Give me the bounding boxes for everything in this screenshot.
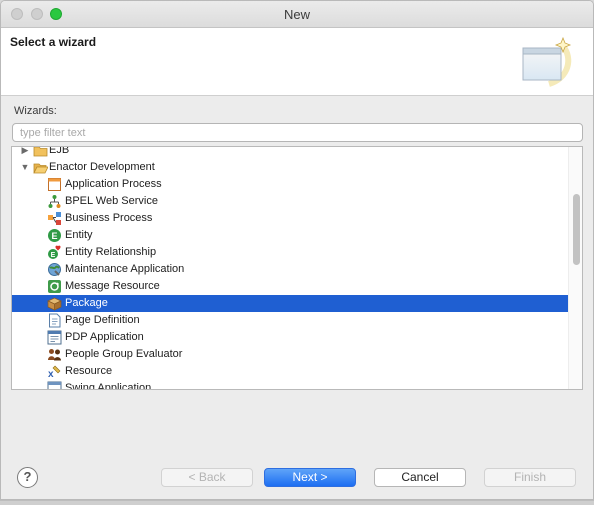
business-process-icon bbox=[48, 212, 61, 225]
tree-row-bpel-web-service[interactable]: BPEL Web Service bbox=[12, 193, 569, 210]
tree-row-resource[interactable]: x Resource bbox=[12, 363, 569, 380]
tree-item-label: People Group Evaluator bbox=[65, 348, 183, 360]
tree-row-swing-application[interactable]: Swing Application bbox=[12, 380, 569, 390]
folder-icon bbox=[33, 147, 48, 157]
tree-row-message-resource[interactable]: Message Resource bbox=[12, 278, 569, 295]
finish-button[interactable]: Finish bbox=[484, 468, 576, 487]
application-process-icon bbox=[48, 178, 61, 191]
tree-item-label: Entity Relationship bbox=[65, 246, 157, 258]
tree-row-package[interactable]: Package bbox=[12, 295, 569, 312]
tree-item-label: BPEL Web Service bbox=[65, 195, 158, 207]
tree-scrollbar[interactable] bbox=[568, 147, 582, 389]
window-title: New bbox=[283, 7, 310, 22]
tree-row-maintenance-application[interactable]: Maintenance Application bbox=[12, 261, 569, 278]
chevron-down-icon[interactable]: ▼ bbox=[20, 159, 30, 176]
tree-item-label: Entity bbox=[65, 229, 93, 241]
scrollbar-thumb[interactable] bbox=[573, 194, 580, 265]
svg-text:E: E bbox=[51, 231, 57, 241]
chevron-right-icon[interactable]: ▶ bbox=[20, 147, 30, 159]
page-definition-icon bbox=[49, 313, 61, 328]
tree-row-entity[interactable]: E Entity bbox=[12, 227, 569, 244]
tree-item-label: PDP Application bbox=[65, 331, 144, 343]
title-bar: New bbox=[1, 1, 593, 28]
background-window-strip bbox=[0, 500, 594, 505]
page-title: Select a wizard bbox=[10, 35, 97, 49]
svg-text:x: x bbox=[48, 369, 54, 379]
tree-row-ejb[interactable]: ▶ EJB bbox=[12, 146, 569, 159]
maintenance-application-icon bbox=[48, 263, 61, 276]
next-button[interactable]: Next > bbox=[264, 468, 356, 487]
people-group-icon bbox=[48, 349, 61, 361]
tree-row-business-process[interactable]: Business Process bbox=[12, 210, 569, 227]
tree-item-label: EJB bbox=[49, 146, 70, 156]
wizard-tree[interactable]: ▶ EJB ▼ Enactor Development Application … bbox=[11, 146, 583, 390]
back-button[interactable]: < Back bbox=[161, 468, 253, 487]
help-icon[interactable]: ? bbox=[17, 467, 38, 488]
tree-row-pdp-application[interactable]: PDP Application bbox=[12, 329, 569, 346]
tree-item-label: Message Resource bbox=[65, 280, 160, 292]
tree-row-people-group-evaluator[interactable]: People Group Evaluator bbox=[12, 346, 569, 363]
package-icon bbox=[47, 297, 62, 311]
bpel-web-service-icon bbox=[48, 195, 61, 208]
tree-item-label: Page Definition bbox=[65, 314, 140, 326]
tree-item-label: Application Process bbox=[65, 178, 162, 190]
wizard-header: Select a wizard bbox=[1, 28, 593, 96]
tree-item-label: Swing Application bbox=[65, 382, 152, 390]
tree-item-label: Business Process bbox=[65, 212, 153, 224]
new-wizard-dialog: New Select a wizard Wizards: ▶ EJB bbox=[0, 0, 594, 500]
open-folder-icon bbox=[33, 163, 48, 174]
entity-relationship-icon: E bbox=[48, 245, 61, 259]
tree-row-enactor-development[interactable]: ▼ Enactor Development bbox=[12, 159, 569, 176]
wizard-banner-icon bbox=[522, 36, 572, 87]
entity-icon: E bbox=[48, 229, 61, 242]
svg-text:E: E bbox=[51, 252, 56, 259]
filter-input[interactable] bbox=[12, 123, 583, 142]
tree-row-entity-relationship[interactable]: E Entity Relationship bbox=[12, 244, 569, 261]
tree-item-label: Resource bbox=[65, 365, 113, 377]
cancel-button[interactable]: Cancel bbox=[374, 468, 466, 487]
tree-row-application-process[interactable]: Application Process bbox=[12, 176, 569, 193]
tree-item-label: Maintenance Application bbox=[65, 263, 185, 275]
message-resource-icon bbox=[48, 280, 61, 293]
resource-icon: x bbox=[48, 365, 61, 379]
tree-item-label: Package bbox=[65, 297, 108, 309]
pdp-application-icon bbox=[47, 330, 62, 345]
swing-application-icon bbox=[47, 381, 62, 389]
wizards-label: Wizards: bbox=[14, 105, 57, 117]
tree-row-page-definition[interactable]: Page Definition bbox=[12, 312, 569, 329]
tree-item-label: Enactor Development bbox=[49, 161, 155, 173]
